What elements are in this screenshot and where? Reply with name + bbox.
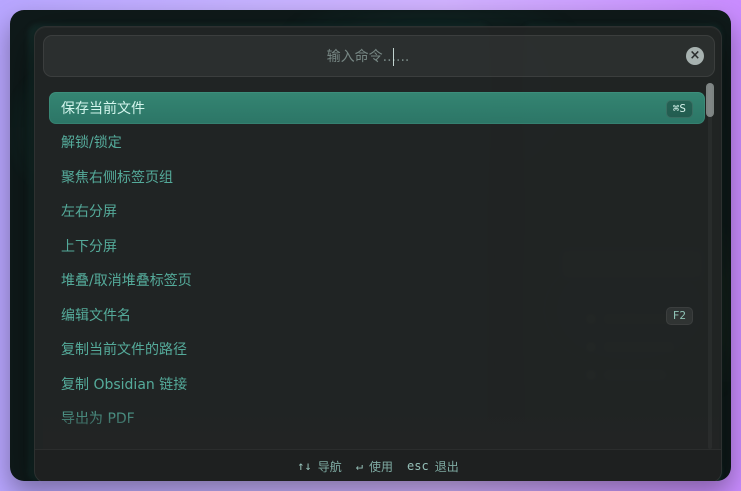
shortcut-badge: ⌘S <box>665 100 693 118</box>
command-label: 解锁/锁定 <box>61 135 122 151</box>
navigate-label: 导航 <box>317 459 342 474</box>
up-down-arrows-icon: ↑↓ <box>297 459 312 473</box>
command-item[interactable]: 聚焦右侧标签页组 <box>49 161 705 193</box>
command-item[interactable]: 导出为 PDF <box>49 402 705 434</box>
command-label: 复制当前文件的路径 <box>61 342 187 358</box>
close-circle-icon: × <box>689 48 701 63</box>
command-item[interactable]: 左右分屏 <box>49 195 705 227</box>
command-palette: × 保存当前文件 ⌘S 解锁/锁定 聚焦右侧标签页组 左右分屏 <box>34 26 722 481</box>
escape-key: esc <box>407 459 429 473</box>
command-item[interactable]: 保存当前文件 ⌘S <box>49 92 705 124</box>
command-label: 保存当前文件 <box>61 101 145 117</box>
command-list-scrollbar[interactable] <box>705 83 715 449</box>
clear-search-button[interactable]: × <box>686 47 704 65</box>
use-hint: ↵ 使用 <box>356 458 393 475</box>
command-label: 堆叠/取消堆叠标签页 <box>61 273 192 289</box>
text-caret <box>393 48 394 66</box>
command-search-input[interactable] <box>56 42 680 72</box>
command-label: 导出为 PDF <box>61 411 135 427</box>
command-item[interactable]: 复制 Obsidian 链接 <box>49 368 705 400</box>
command-search: × <box>43 35 715 77</box>
scrollbar-track <box>708 83 712 449</box>
scrollbar-thumb[interactable] <box>706 83 714 117</box>
palette-footer: ↑↓ 导航 ↵ 使用 esc 退出 <box>35 449 721 481</box>
enter-icon: ↵ <box>355 459 363 473</box>
shortcut-badge: F2 <box>665 307 693 325</box>
app-window: × 保存当前文件 ⌘S 解锁/锁定 聚焦右侧标签页组 左右分屏 <box>10 10 731 481</box>
command-label: 复制 Obsidian 链接 <box>61 377 188 393</box>
command-list: 保存当前文件 ⌘S 解锁/锁定 聚焦右侧标签页组 左右分屏 上下分屏 堆叠/取消… <box>43 83 705 449</box>
command-item[interactable]: 复制当前文件的路径 <box>49 333 705 365</box>
command-item[interactable]: 解锁/锁定 <box>49 126 705 158</box>
command-list-area: 保存当前文件 ⌘S 解锁/锁定 聚焦右侧标签页组 左右分屏 上下分屏 堆叠/取消… <box>43 83 719 449</box>
command-item[interactable]: 堆叠/取消堆叠标签页 <box>49 264 705 296</box>
command-item[interactable]: 上下分屏 <box>49 230 705 262</box>
exit-hint: esc 退出 <box>407 458 459 475</box>
command-label: 编辑文件名 <box>61 308 131 324</box>
navigate-hint: ↑↓ 导航 <box>297 458 341 475</box>
command-label: 左右分屏 <box>61 204 117 220</box>
command-item[interactable]: 编辑文件名 F2 <box>49 299 705 331</box>
use-label: 使用 <box>368 459 393 474</box>
command-label: 聚焦右侧标签页组 <box>61 170 173 186</box>
command-label: 上下分屏 <box>61 239 117 255</box>
exit-label: 退出 <box>434 459 459 474</box>
